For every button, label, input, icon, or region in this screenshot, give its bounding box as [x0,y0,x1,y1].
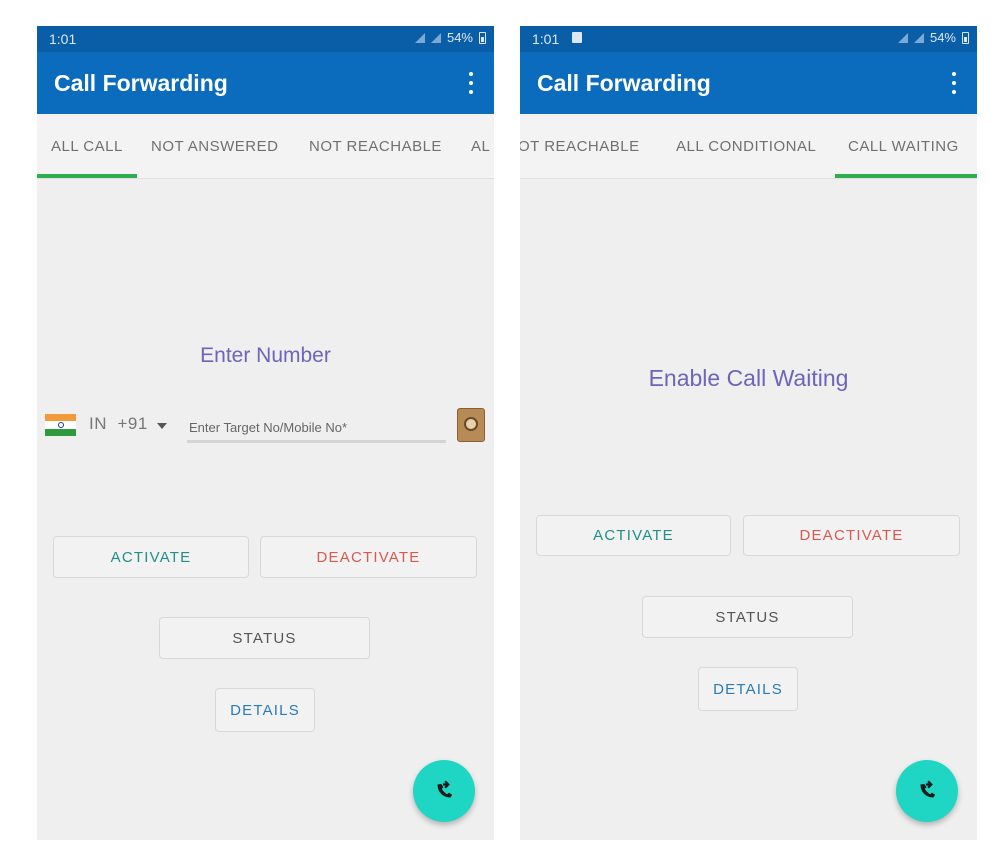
tab-bar: OT REACHABLE ALL CONDITIONAL CALL WAITIN… [520,114,977,179]
signal-icon [414,32,425,43]
status-bar: 1:01 54% [37,26,494,52]
status-time: 1:01 [532,31,560,47]
app-title: Call Forwarding [54,70,228,96]
activate-button[interactable]: ACTIVATE [53,536,249,578]
target-number-input[interactable] [187,414,446,443]
tab-all-conditional[interactable]: ALL CONDITIONAL [676,138,816,155]
details-button[interactable]: DETAILS [215,688,315,732]
signal-icon [913,32,924,43]
app-bar: Call Forwarding [37,52,494,114]
deactivate-button[interactable]: DEACTIVATE [743,515,960,556]
deactivate-button[interactable]: DEACTIVATE [260,536,477,578]
call-forward-glyph [437,780,453,798]
tab-indicator [835,174,977,178]
status-time: 1:01 [49,31,77,47]
battery-icon [479,31,486,44]
signal-icon [430,32,441,43]
image-notification-icon [572,32,582,43]
tab-indicator [37,174,137,178]
more-vert-icon[interactable] [468,72,474,94]
tab-not-answered[interactable]: NOT ANSWERED [151,138,278,155]
status-icons: 54% [414,30,486,45]
battery-percent: 54% [929,30,956,45]
battery-icon [962,31,969,44]
signal-icon [897,32,908,43]
call-forward-icon[interactable] [413,760,475,822]
tab-all-call[interactable]: ALL CALL [51,138,123,155]
india-flag-icon[interactable] [45,414,76,436]
left-phone-screen: 1:01 54% Call Forwarding ALL CALL NOT AN… [37,26,494,840]
more-vert-icon[interactable] [951,72,957,94]
page-heading: Enter Number [200,344,331,367]
tab-not-reachable[interactable]: OT REACHABLE [520,138,640,155]
country-code[interactable]: IN +91 [89,414,148,434]
activate-button[interactable]: ACTIVATE [536,515,731,556]
status-bar: 1:01 54% [520,26,977,52]
tab-all-conditional[interactable]: AL [471,138,490,155]
tab-call-waiting[interactable]: CALL WAITING [848,138,959,155]
page-heading: Enable Call Waiting [648,365,849,391]
right-phone-screen: 1:01 54% Call Forwarding OT REACHABLE AL… [520,26,977,840]
battery-percent: 54% [446,30,473,45]
call-forward-icon[interactable] [896,760,958,822]
app-title: Call Forwarding [537,70,711,96]
tab-bar: ALL CALL NOT ANSWERED NOT REACHABLE AL [37,114,494,179]
chevron-down-icon[interactable] [157,423,167,429]
status-button[interactable]: STATUS [159,617,370,659]
status-icons: 54% [897,30,969,45]
tab-not-reachable[interactable]: NOT REACHABLE [309,138,442,155]
call-forward-glyph [920,780,936,798]
contact-book-icon[interactable] [457,408,485,442]
details-button[interactable]: DETAILS [698,667,798,711]
status-button[interactable]: STATUS [642,596,853,638]
app-bar: Call Forwarding [520,52,977,114]
